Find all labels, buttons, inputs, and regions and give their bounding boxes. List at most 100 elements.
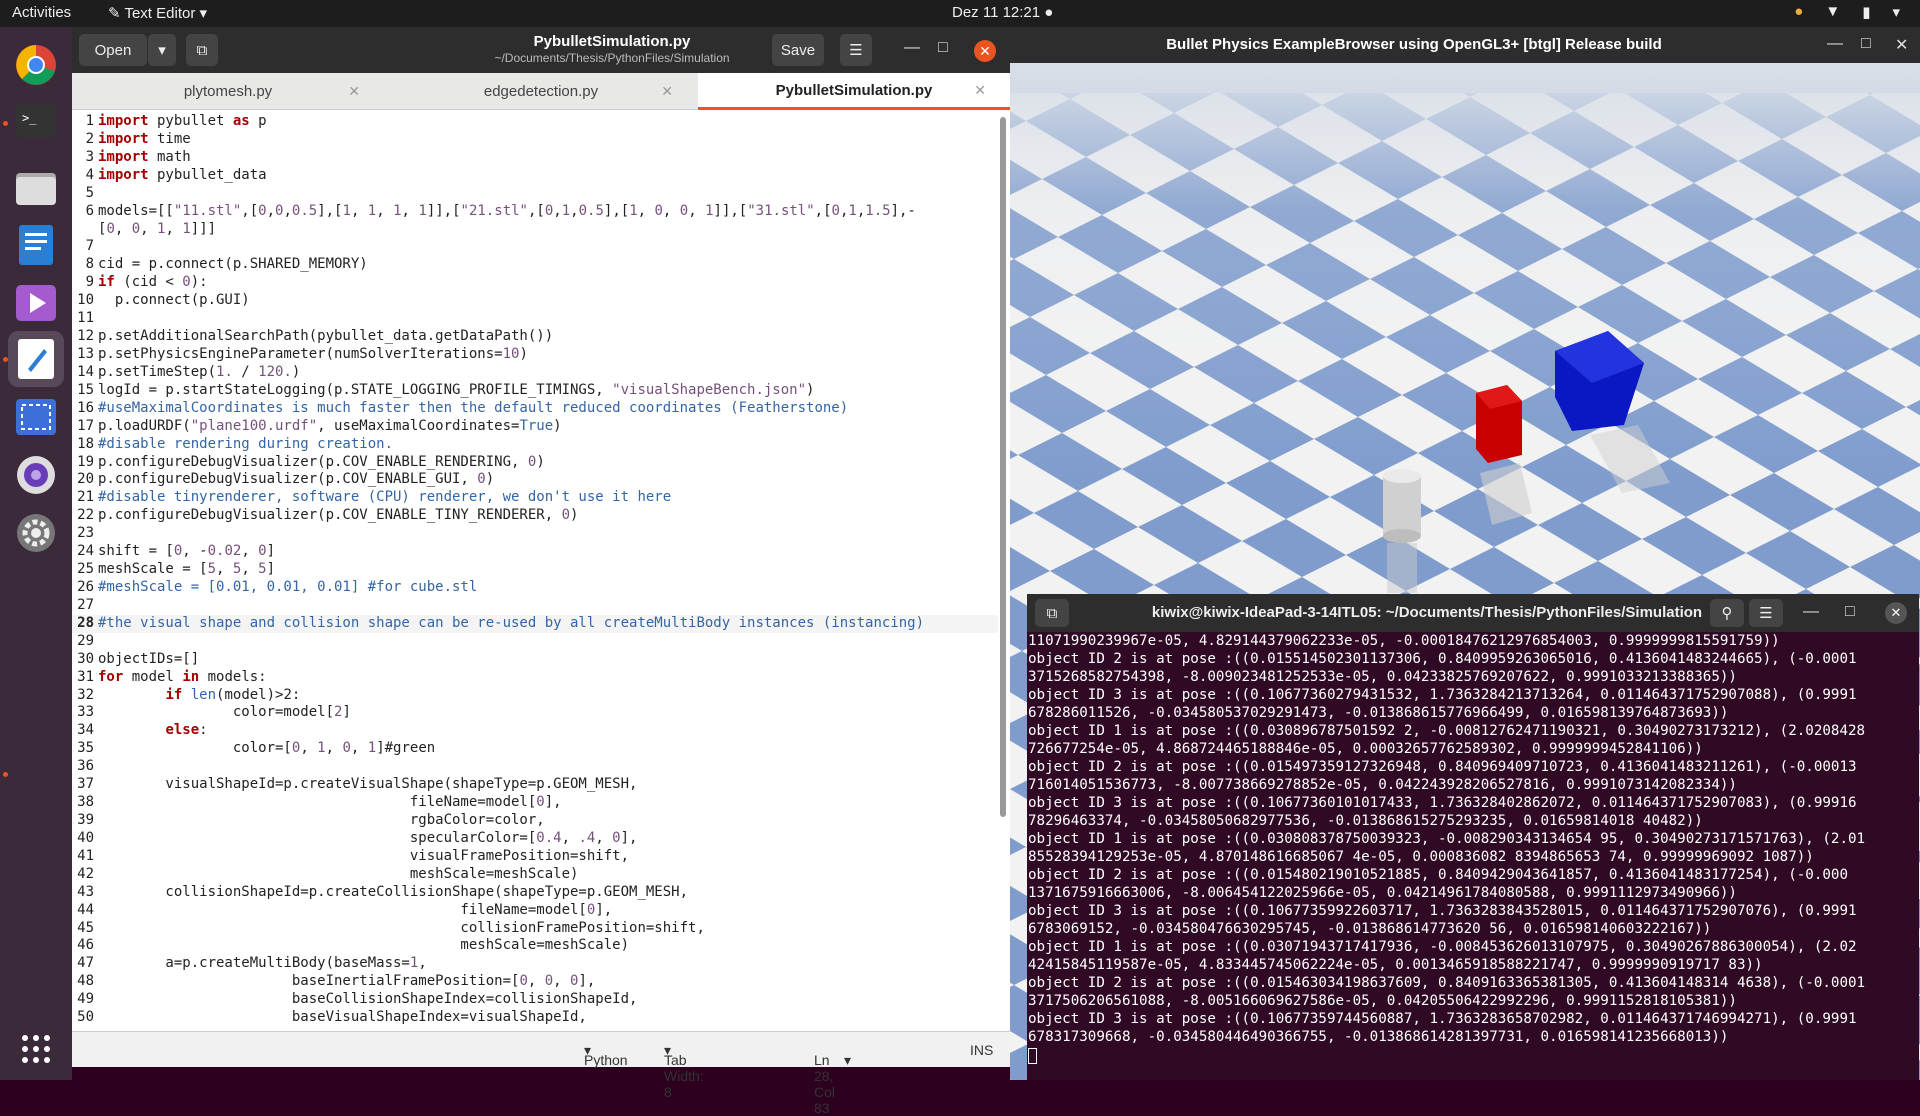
tab-close-icon[interactable]: ✕: [974, 82, 986, 99]
bullet-minimize-button[interactable]: —: [1827, 35, 1843, 53]
tab-pybulletsimulation[interactable]: PybulletSimulation.py ✕: [698, 73, 1010, 110]
code-line[interactable]: 29: [72, 633, 998, 651]
tab-width-selector[interactable]: Tab Width: 8 ▾: [664, 1042, 704, 1100]
code-line[interactable]: 27: [72, 597, 998, 615]
open-recent-button[interactable]: ▾: [148, 34, 176, 66]
power-menu-icon[interactable]: ▾: [1892, 3, 1900, 21]
tab-edgedetection[interactable]: edgedetection.py ✕: [385, 73, 697, 110]
chrome-launcher[interactable]: [8, 37, 64, 93]
code-line[interactable]: 20 p.configureDebugVisualizer(p.COV_ENABL…: [72, 471, 998, 489]
code-line[interactable]: 28 #the visual shape and collision shape …: [72, 614, 998, 633]
code-line[interactable]: 34 else:: [72, 722, 998, 740]
writer-launcher[interactable]: [8, 217, 64, 273]
white-cylinder-object[interactable]: [1383, 469, 1421, 593]
line-text: shift = [0, -0.02, 0]: [98, 543, 276, 560]
code-line[interactable]: 9 if (cid < 0):: [72, 274, 998, 292]
show-applications-button[interactable]: [8, 1021, 64, 1077]
activities-button[interactable]: Activities: [12, 4, 71, 21]
code-line[interactable]: 47 a=p.createMultiBody(baseMass=1,: [72, 955, 998, 973]
code-line[interactable]: 31 for model in models:: [72, 669, 998, 687]
code-line[interactable]: 43 collisionShapeId=p.createCollisionSha…: [72, 884, 998, 902]
code-line[interactable]: 24 shift = [0, -0.02, 0]: [72, 543, 998, 561]
code-line[interactable]: 25 meshScale = [5, 5, 5]: [72, 561, 998, 579]
code-line[interactable]: 23: [72, 525, 998, 543]
minimize-button[interactable]: —: [904, 39, 920, 57]
code-line[interactable]: 33 color=model[2]: [72, 704, 998, 722]
tab-close-icon[interactable]: ✕: [661, 83, 673, 100]
terminal-close-button[interactable]: ✕: [1885, 602, 1907, 624]
code-line[interactable]: 44 fileName=model[0],: [72, 902, 998, 920]
code-line[interactable]: 16 #useMaximalCoordinates is much faster …: [72, 400, 998, 418]
terminal-launcher[interactable]: >_: [8, 93, 64, 149]
code-line[interactable]: 10 p.connect(p.GUI): [72, 292, 998, 310]
clock[interactable]: Dez 11 12:21 ●: [952, 4, 1053, 21]
terminal-maximize-button[interactable]: □: [1845, 603, 1855, 621]
bullet-maximize-button[interactable]: □: [1861, 35, 1871, 53]
settings-launcher[interactable]: [8, 505, 64, 561]
save-button[interactable]: Save: [772, 34, 824, 66]
code-line[interactable]: 46 meshScale=meshScale): [72, 937, 998, 955]
maximize-button[interactable]: □: [938, 39, 948, 57]
new-terminal-tab-button[interactable]: ⧉: [1035, 599, 1069, 627]
code-line[interactable]: 8 cid = p.connect(p.SHARED_MEMORY): [72, 256, 998, 274]
code-line[interactable]: 21 #disable tinyrenderer, software (CPU) …: [72, 489, 998, 507]
terminal-icon: >_: [16, 104, 56, 138]
code-line[interactable]: 12 p.setAdditionalSearchPath(pybullet_dat…: [72, 328, 998, 346]
code-line[interactable]: 37 visualShapeId=p.createVisualShape(sha…: [72, 776, 998, 794]
app-menu[interactable]: ✎ Text Editor ▾: [108, 4, 207, 22]
tab-plytomesh[interactable]: plytomesh.py ✕: [72, 73, 384, 110]
code-line[interactable]: 48 baseInertialFramePosition=[0, 0, 0],: [72, 973, 998, 991]
code-line[interactable]: 4 import pybullet_data: [72, 167, 998, 185]
code-line[interactable]: 6 models=[["11.stl",[0,0,0.5],[1, 1, 1, 1…: [72, 203, 998, 239]
code-line[interactable]: 36: [72, 758, 998, 776]
code-line[interactable]: 13 p.setPhysicsEngineParameter(numSolverI…: [72, 346, 998, 364]
camera-launcher[interactable]: [8, 447, 64, 503]
code-line[interactable]: 45 collisionFramePosition=shift,: [72, 920, 998, 938]
bullet-close-button[interactable]: ✕: [1895, 35, 1908, 55]
language-selector[interactable]: Python ▾: [584, 1042, 628, 1068]
code-line[interactable]: 42 meshScale=meshScale): [72, 866, 998, 884]
code-line[interactable]: 22 p.configureDebugVisualizer(p.COV_ENABL…: [72, 507, 998, 525]
line-text: p.configureDebugVisualizer(p.COV_ENABLE_…: [98, 453, 545, 470]
code-line[interactable]: 30 objectIDs=[]: [72, 651, 998, 669]
system-tray[interactable]: ● ▼ ▮ ▾: [1794, 3, 1900, 21]
terminal-menu-button[interactable]: ☰: [1749, 599, 1783, 627]
code-line[interactable]: 41 visualFramePosition=shift,: [72, 848, 998, 866]
tab-close-icon[interactable]: ✕: [348, 83, 360, 100]
code-line[interactable]: 18 #disable rendering during creation.: [72, 436, 998, 454]
files-launcher[interactable]: [8, 159, 64, 215]
screenshot-launcher[interactable]: [8, 389, 64, 445]
vertical-scrollbar[interactable]: [1000, 117, 1006, 817]
code-line[interactable]: 17 p.loadURDF("plane100.urdf", useMaximal…: [72, 418, 998, 436]
code-line[interactable]: 32 if len(model)>2:: [72, 687, 998, 705]
code-line[interactable]: 7: [72, 238, 998, 256]
code-line[interactable]: 38 fileName=model[0],: [72, 794, 998, 812]
chrome-tray-icon[interactable]: ●: [1794, 3, 1803, 21]
code-line[interactable]: 3 import math: [72, 149, 998, 167]
new-tab-button[interactable]: ⧉: [186, 34, 218, 66]
code-line[interactable]: 49 baseCollisionShapeIndex=collisionShap…: [72, 991, 998, 1009]
terminal-output[interactable]: 11071990239967e-05, 4.829144379062233e-0…: [1027, 632, 1919, 1080]
text-editor-launcher[interactable]: [8, 331, 64, 387]
terminal-minimize-button[interactable]: —: [1803, 603, 1819, 621]
main-menu-button[interactable]: ☰: [840, 34, 872, 66]
code-line[interactable]: 35 color=[0, 1, 0, 1]#green: [72, 740, 998, 758]
code-line[interactable]: 50 baseVisualShapeIndex=visualShapeId,: [72, 1009, 998, 1027]
video-launcher[interactable]: [8, 275, 64, 331]
terminal-search-button[interactable]: ⚲: [1710, 599, 1744, 627]
code-line[interactable]: 2 import time: [72, 131, 998, 149]
insert-mode-indicator[interactable]: INS: [970, 1042, 993, 1058]
code-line[interactable]: 5: [72, 185, 998, 203]
code-line[interactable]: 19 p.configureDebugVisualizer(p.COV_ENABL…: [72, 454, 998, 472]
code-view[interactable]: 1 import pybullet as p 2 import time 3 import…: [72, 113, 998, 1028]
code-line[interactable]: 51 basePosition=model[1],: [72, 1027, 998, 1028]
code-line[interactable]: 15 logId = p.startStateLogging(p.STATE_LO…: [72, 382, 998, 400]
code-line[interactable]: 26 #meshScale = [0.01, 0.01, 0.01] #for c…: [72, 579, 998, 597]
code-line[interactable]: 40 specularColor=[0.4, .4, 0],: [72, 830, 998, 848]
code-line[interactable]: 11: [72, 310, 998, 328]
open-button[interactable]: Open: [79, 34, 147, 66]
code-line[interactable]: 1 import pybullet as p: [72, 113, 998, 131]
code-line[interactable]: 39 rgbaColor=color,: [72, 812, 998, 830]
close-button[interactable]: ✕: [974, 40, 996, 62]
code-line[interactable]: 14 p.setTimeStep(1. / 120.): [72, 364, 998, 382]
